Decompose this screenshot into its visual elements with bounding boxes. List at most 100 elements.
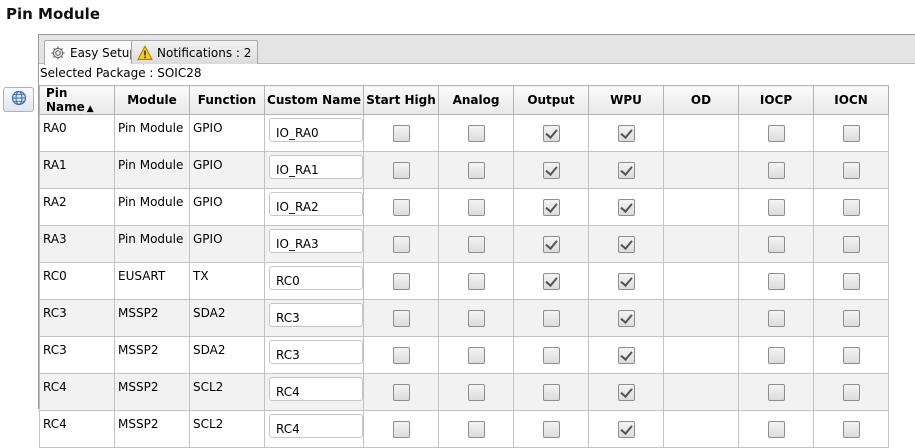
column-header-module[interactable]: Module <box>114 85 190 115</box>
output-checkbox[interactable] <box>542 198 560 216</box>
table-row[interactable]: RA3 Pin Module GPIO IO_RA3 <box>39 225 889 263</box>
custom-name-field[interactable]: RC0 <box>269 266 363 290</box>
start-high-checkbox[interactable] <box>392 346 410 364</box>
start-high-checkbox[interactable] <box>392 309 410 327</box>
custom-name-field[interactable]: IO_RA2 <box>269 192 363 216</box>
analog-checkbox[interactable] <box>467 346 485 364</box>
start-high-checkbox[interactable] <box>392 272 410 290</box>
iocp-checkbox[interactable] <box>767 420 785 438</box>
column-header-custom-name[interactable]: Custom Name <box>264 85 364 115</box>
column-header-od[interactable]: OD <box>663 85 739 115</box>
custom-name-field[interactable]: RC4 <box>269 414 363 438</box>
custom-name-field[interactable]: IO_RA1 <box>269 155 363 179</box>
start-high-checkbox[interactable] <box>392 198 410 216</box>
table-row[interactable]: RC4 MSSP2 SCL2 RC4 <box>39 410 889 448</box>
wpu-checkbox[interactable] <box>617 161 635 179</box>
iocn-checkbox[interactable] <box>842 309 860 327</box>
start-high-checkbox[interactable] <box>392 235 410 253</box>
analog-checkbox[interactable] <box>467 420 485 438</box>
tab-notifications[interactable]: Notifications : 2 <box>131 40 259 64</box>
column-header-function[interactable]: Function <box>189 85 265 115</box>
output-cell <box>513 114 589 152</box>
table-row[interactable]: RC0 EUSART TX RC0 <box>39 262 889 300</box>
analog-checkbox[interactable] <box>467 383 485 401</box>
warning-icon <box>137 44 153 61</box>
analog-checkbox[interactable] <box>467 235 485 253</box>
start-high-cell <box>363 151 439 189</box>
package-view-button[interactable] <box>3 87 34 112</box>
column-header-pin-name[interactable]: Pin Name ▲ <box>39 85 115 115</box>
column-header-start-high[interactable]: Start High <box>363 85 439 115</box>
start-high-checkbox[interactable] <box>392 161 410 179</box>
iocn-checkbox[interactable] <box>842 235 860 253</box>
iocn-checkbox[interactable] <box>842 124 860 142</box>
iocp-checkbox[interactable] <box>767 272 785 290</box>
wpu-checkbox[interactable] <box>617 346 635 364</box>
analog-checkbox[interactable] <box>467 161 485 179</box>
start-high-cell <box>363 373 439 411</box>
wpu-checkbox[interactable] <box>617 272 635 290</box>
custom-name-field[interactable]: RC4 <box>269 377 363 401</box>
start-high-checkbox[interactable] <box>392 124 410 142</box>
table-row[interactable]: RC4 MSSP2 SCL2 RC4 <box>39 373 889 411</box>
start-high-checkbox[interactable] <box>392 383 410 401</box>
custom-name-field[interactable]: RC3 <box>269 303 363 327</box>
wpu-checkbox[interactable] <box>617 383 635 401</box>
iocp-checkbox[interactable] <box>767 124 785 142</box>
output-checkbox[interactable] <box>542 272 560 290</box>
output-checkbox[interactable] <box>542 161 560 179</box>
iocn-checkbox[interactable] <box>842 346 860 364</box>
iocn-checkbox[interactable] <box>842 272 860 290</box>
output-checkbox[interactable] <box>542 420 560 438</box>
output-checkbox[interactable] <box>542 309 560 327</box>
column-header-analog[interactable]: Analog <box>438 85 514 115</box>
iocp-cell <box>738 336 814 374</box>
iocn-checkbox[interactable] <box>842 420 860 438</box>
output-checkbox[interactable] <box>542 124 560 142</box>
iocn-checkbox[interactable] <box>842 161 860 179</box>
table-row[interactable]: RA2 Pin Module GPIO IO_RA2 <box>39 188 889 226</box>
output-cell <box>513 188 589 226</box>
wpu-checkbox[interactable] <box>617 198 635 216</box>
analog-cell <box>438 336 514 374</box>
iocp-checkbox[interactable] <box>767 161 785 179</box>
table-row[interactable]: RA0 Pin Module GPIO IO_RA0 <box>39 114 889 152</box>
wpu-checkbox[interactable] <box>617 235 635 253</box>
iocn-checkbox[interactable] <box>842 198 860 216</box>
table-row[interactable]: RC3 MSSP2 SDA2 RC3 <box>39 336 889 374</box>
analog-checkbox[interactable] <box>467 272 485 290</box>
function-cell: GPIO <box>189 188 265 226</box>
custom-name-cell: RC3 <box>264 299 364 337</box>
wpu-checkbox[interactable] <box>617 124 635 142</box>
custom-name-field[interactable]: IO_RA0 <box>269 118 363 142</box>
output-checkbox[interactable] <box>542 383 560 401</box>
iocp-checkbox[interactable] <box>767 383 785 401</box>
analog-checkbox[interactable] <box>467 124 485 142</box>
tab-easy-setup[interactable]: Easy Setup <box>44 40 145 65</box>
custom-name-cell: IO_RA3 <box>264 225 364 263</box>
analog-checkbox[interactable] <box>467 309 485 327</box>
wpu-checkbox[interactable] <box>617 309 635 327</box>
output-cell <box>513 410 589 448</box>
column-header-iocp[interactable]: IOCP <box>738 85 814 115</box>
od-cell <box>663 373 739 411</box>
column-header-wpu[interactable]: WPU <box>588 85 664 115</box>
output-checkbox[interactable] <box>542 235 560 253</box>
analog-checkbox[interactable] <box>467 198 485 216</box>
table-row[interactable]: RA1 Pin Module GPIO IO_RA1 <box>39 151 889 189</box>
iocp-checkbox[interactable] <box>767 346 785 364</box>
custom-name-field[interactable]: RC3 <box>269 340 363 364</box>
function-cell: GPIO <box>189 225 265 263</box>
custom-name-field[interactable]: IO_RA3 <box>269 229 363 253</box>
column-header-iocn[interactable]: IOCN <box>813 85 889 115</box>
table-row[interactable]: RC3 MSSP2 SDA2 RC3 <box>39 299 889 337</box>
function-cell: GPIO <box>189 114 265 152</box>
wpu-checkbox[interactable] <box>617 420 635 438</box>
iocp-checkbox[interactable] <box>767 309 785 327</box>
output-checkbox[interactable] <box>542 346 560 364</box>
iocn-checkbox[interactable] <box>842 383 860 401</box>
iocp-checkbox[interactable] <box>767 235 785 253</box>
iocp-checkbox[interactable] <box>767 198 785 216</box>
column-header-output[interactable]: Output <box>513 85 589 115</box>
start-high-checkbox[interactable] <box>392 420 410 438</box>
